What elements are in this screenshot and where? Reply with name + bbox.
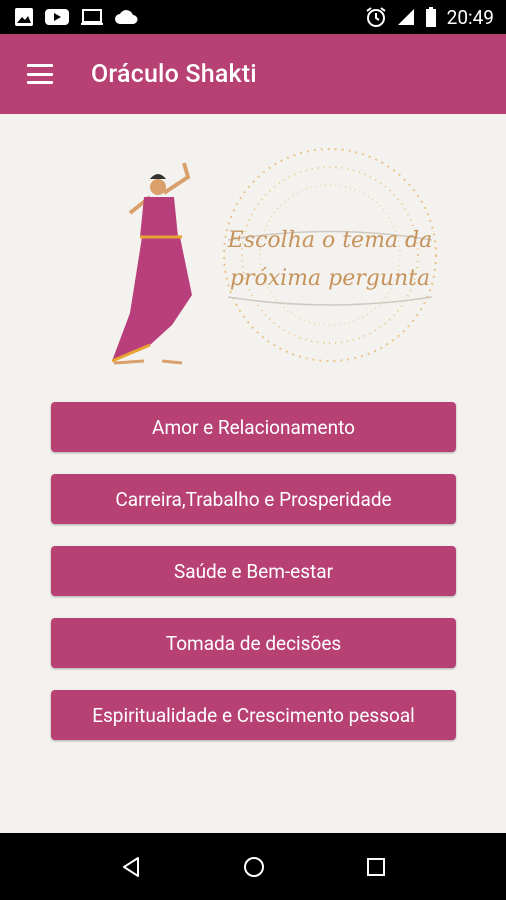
recents-icon[interactable] [365, 856, 387, 878]
topic-button-decisions[interactable]: Tomada de decisões [51, 618, 456, 668]
status-bar: 20:49 [0, 0, 506, 34]
topic-button-health[interactable]: Saúde e Bem-estar [51, 546, 456, 596]
app-bar: Oráculo Shakti [0, 34, 506, 114]
status-time: 20:49 [446, 5, 494, 29]
signal-icon [397, 9, 414, 25]
app-title: Oráculo Shakti [91, 59, 257, 89]
youtube-icon [45, 9, 69, 25]
topic-button-career[interactable]: Carreira,Trabalho e Prosperidade [51, 474, 456, 524]
hero-illustration: Escolha o tema da próxima pergunta [111, 148, 437, 365]
hero-text-line1: Escolha o tema da [227, 228, 433, 253]
topic-button-love[interactable]: Amor e Relacionamento [51, 402, 456, 452]
menu-icon[interactable] [27, 64, 53, 84]
navigation-bar [0, 833, 506, 900]
cloud-icon [115, 10, 138, 24]
image-icon [15, 8, 33, 26]
dancer-figure [111, 162, 192, 365]
alarm-icon [366, 7, 386, 27]
hero-text-line2: próxima pergunta [230, 266, 430, 291]
back-icon[interactable] [119, 855, 143, 879]
computer-icon [81, 9, 103, 25]
battery-icon [425, 7, 436, 27]
topic-button-spirituality[interactable]: Espiritualidade e Crescimento pessoal [51, 690, 456, 740]
home-icon[interactable] [242, 855, 266, 879]
